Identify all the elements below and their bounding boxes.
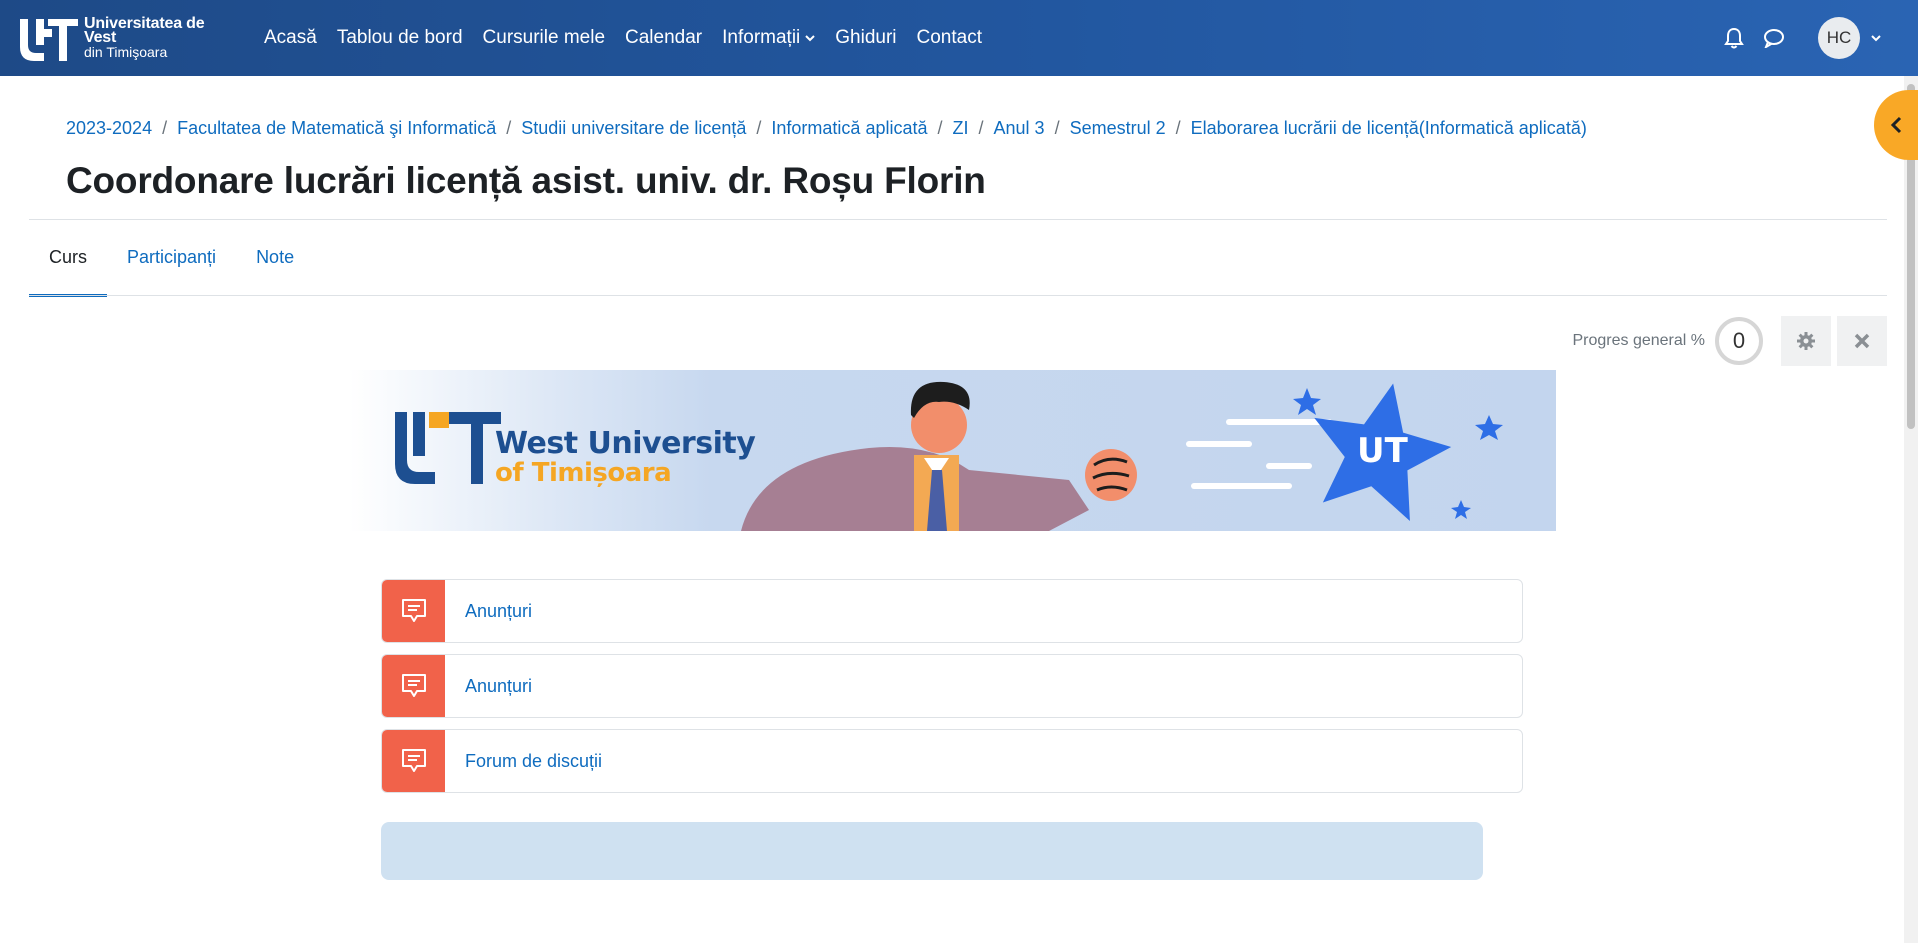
- chevron-left-icon: [1890, 116, 1902, 134]
- gear-icon: [1797, 332, 1815, 350]
- breadcrumb-separator: /: [1175, 118, 1181, 138]
- breadcrumb-item-studies[interactable]: Studii universitare de licență: [521, 118, 746, 139]
- page-scrollbar[interactable]: [1904, 76, 1918, 943]
- svg-text:UT: UT: [1357, 431, 1409, 471]
- activity-label[interactable]: Anunțuri: [465, 676, 532, 697]
- breadcrumb-separator: /: [978, 118, 984, 138]
- activity-label[interactable]: Anunțuri: [465, 601, 532, 622]
- banner-title-line1: West University: [495, 426, 756, 461]
- activity-label[interactable]: Forum de discuții: [465, 751, 602, 772]
- close-button[interactable]: [1837, 316, 1887, 366]
- breadcrumb: 2023-2024 / Facultatea de Matematică şi …: [66, 118, 1587, 139]
- nav-link-informatii-label: Informații: [722, 27, 801, 48]
- progress-value: 0: [1715, 317, 1763, 365]
- breadcrumb-item-course[interactable]: Elaborarea lucrării de licență(Informati…: [1191, 118, 1587, 139]
- uvt-logo-mark: [18, 15, 80, 61]
- chevron-down-icon: [805, 35, 815, 42]
- progress-label: Progres general %: [1572, 332, 1705, 349]
- divider: [29, 295, 1887, 296]
- banner-title-line2: of Timișoara: [495, 458, 672, 488]
- main-nav: Acasă Tablou de bord Cursurile mele Cale…: [264, 0, 1002, 76]
- activity-forum[interactable]: Anunțuri: [381, 579, 1523, 643]
- settings-button[interactable]: [1781, 316, 1831, 366]
- nav-link-calendar[interactable]: Calendar: [625, 27, 702, 49]
- nav-link-tablou-de-bord[interactable]: Tablou de bord: [337, 27, 463, 49]
- forum-icon: [382, 655, 445, 717]
- breadcrumb-item-faculty[interactable]: Facultatea de Matematică şi Informatică: [177, 118, 496, 139]
- breadcrumb-item-semester[interactable]: Semestrul 2: [1070, 118, 1166, 139]
- breadcrumb-separator: /: [756, 118, 762, 138]
- tab-curs[interactable]: Curs: [29, 220, 108, 297]
- nav-link-ghiduri[interactable]: Ghiduri: [835, 27, 896, 49]
- university-logo[interactable]: Universitatea de Vest din Timişoara: [18, 14, 234, 62]
- breadcrumb-item-program[interactable]: Informatică aplicată: [771, 118, 927, 139]
- top-navbar: Universitatea de Vest din Timişoara Acas…: [0, 0, 1918, 76]
- user-menu-chevron-down-icon[interactable]: [1870, 32, 1882, 44]
- logo-line2: din Timişoara: [84, 44, 168, 60]
- open-block-drawer-button[interactable]: [1874, 90, 1918, 160]
- info-box: [381, 822, 1483, 880]
- messages-chat-icon[interactable]: [1760, 24, 1788, 52]
- forum-icon: [382, 580, 445, 642]
- activity-forum[interactable]: Anunțuri: [381, 654, 1523, 718]
- forum-icon: [382, 730, 445, 792]
- breadcrumb-item-form[interactable]: ZI: [953, 118, 969, 139]
- nav-link-informatii[interactable]: Informații: [722, 27, 815, 49]
- close-icon: [1854, 333, 1870, 349]
- breadcrumb-separator: /: [1054, 118, 1060, 138]
- user-avatar[interactable]: HC: [1818, 17, 1860, 59]
- notifications-bell-icon[interactable]: [1720, 24, 1748, 52]
- logo-line1: Universitatea de Vest: [84, 15, 205, 46]
- breadcrumb-item-year[interactable]: 2023-2024: [66, 118, 152, 139]
- nav-link-contact[interactable]: Contact: [917, 27, 982, 49]
- page-title: Coordonare lucrări licență asist. univ. …: [66, 160, 986, 201]
- course-tabs: Curs Participanți Note: [29, 220, 314, 297]
- breadcrumb-separator: /: [937, 118, 943, 138]
- activity-forum[interactable]: Forum de discuții: [381, 729, 1523, 793]
- nav-link-cursurile-mele[interactable]: Cursurile mele: [483, 27, 605, 49]
- course-banner-image: UT West University of Timișoara: [349, 370, 1556, 531]
- overall-progress: Progres general % 0: [1572, 316, 1887, 366]
- nav-link-acasa[interactable]: Acasă: [264, 27, 317, 49]
- breadcrumb-separator: /: [506, 118, 512, 138]
- breadcrumb-item-year-of-study[interactable]: Anul 3: [994, 118, 1045, 139]
- breadcrumb-separator: /: [162, 118, 168, 138]
- tab-participanti[interactable]: Participanți: [107, 220, 236, 295]
- tab-note[interactable]: Note: [236, 220, 314, 295]
